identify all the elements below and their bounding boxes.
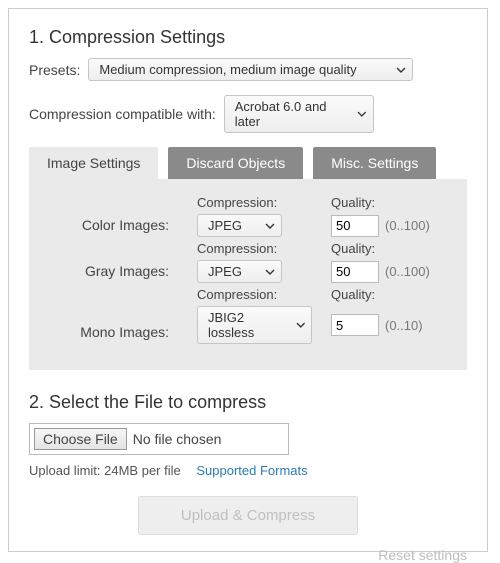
compat-label: Compression compatible with: <box>29 106 216 122</box>
tabs: Image Settings Discard Objects Misc. Set… <box>29 147 467 179</box>
file-input[interactable]: Choose File No file chosen <box>29 423 289 455</box>
mono-quality-input[interactable] <box>331 314 379 336</box>
tab-discard-objects[interactable]: Discard Objects <box>168 147 303 179</box>
chevron-down-icon <box>357 109 367 119</box>
tab-misc-settings[interactable]: Misc. Settings <box>313 147 436 179</box>
compat-select[interactable]: Acrobat 6.0 and later <box>224 95 374 133</box>
color-images-label: Color Images: <box>53 217 173 233</box>
chevron-down-icon <box>396 65 406 75</box>
upload-compress-button[interactable]: Upload & Compress <box>138 496 358 535</box>
col-quality: Quality: <box>331 195 436 210</box>
section-1-title: 1. Compression Settings <box>29 27 467 48</box>
gray-quality-hint: (0..100) <box>385 264 430 279</box>
tab-image-settings[interactable]: Image Settings <box>29 147 158 179</box>
compat-row: Compression compatible with: Acrobat 6.0… <box>29 95 467 133</box>
settings-panel: 1. Compression Settings Presets: Medium … <box>8 8 488 552</box>
color-quality-input[interactable] <box>331 215 379 237</box>
presets-value: Medium compression, medium image quality <box>99 62 356 77</box>
chevron-down-icon <box>265 267 275 277</box>
supported-formats-link[interactable]: Supported Formats <box>196 463 307 478</box>
mono-quality-hint: (0..10) <box>385 318 423 333</box>
upload-limit: Upload limit: 24MB per file <box>29 463 181 478</box>
mono-compression-select[interactable]: JBIG2 lossless <box>197 306 312 344</box>
color-quality-hint: (0..100) <box>385 218 430 233</box>
mono-images-label: Mono Images: <box>53 324 173 340</box>
compat-value: Acrobat 6.0 and later <box>235 99 351 129</box>
chevron-down-icon <box>296 320 305 330</box>
choose-file-button[interactable]: Choose File <box>34 428 127 450</box>
reset-settings-link[interactable]: Reset settings <box>29 547 467 563</box>
presets-label: Presets: <box>29 62 80 78</box>
col-compression: Compression: <box>197 195 307 210</box>
color-compression-select[interactable]: JPEG <box>197 214 282 237</box>
presets-row: Presets: Medium compression, medium imag… <box>29 58 467 81</box>
chevron-down-icon <box>265 221 275 231</box>
gray-compression-select[interactable]: JPEG <box>197 260 282 283</box>
image-settings-panel: Compression: Quality: Color Images: JPEG… <box>29 179 467 370</box>
gray-images-label: Gray Images: <box>53 263 173 279</box>
presets-select[interactable]: Medium compression, medium image quality <box>88 58 413 81</box>
section-2-title: 2. Select the File to compress <box>29 392 467 413</box>
file-chosen-text: No file chosen <box>133 431 222 447</box>
gray-quality-input[interactable] <box>331 261 379 283</box>
